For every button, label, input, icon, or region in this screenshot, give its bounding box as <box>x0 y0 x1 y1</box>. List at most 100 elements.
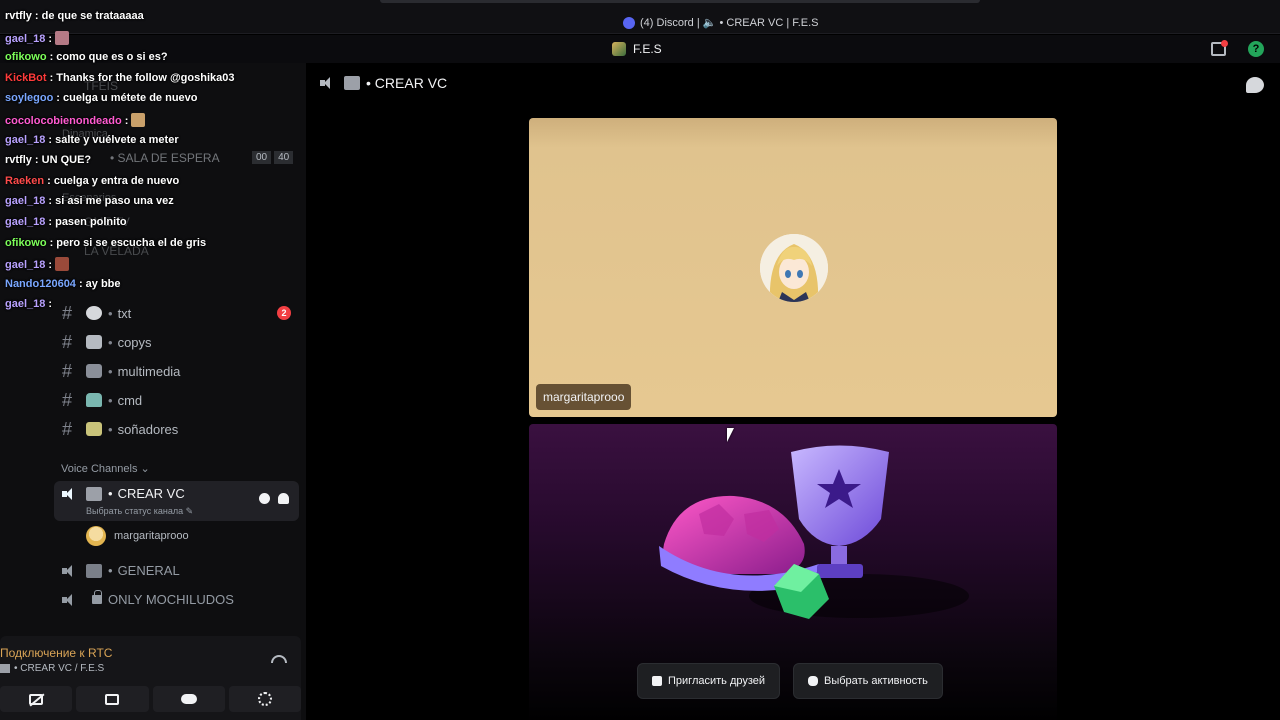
sparkles-icon <box>86 422 102 436</box>
call-header: • CREAR VC <box>320 75 447 91</box>
disconnect-icon[interactable] <box>271 655 287 663</box>
voice-channel-crear-vc-row[interactable]: • CREAR VC <box>62 486 185 501</box>
chat-username: rvtfly <box>5 154 32 167</box>
rtc-status[interactable]: Подключение к RTC <box>0 646 112 660</box>
voice-channel-actions <box>259 493 289 504</box>
voice-member-name: margaritaprooo <box>114 530 189 542</box>
rtc-action-buttons <box>0 686 301 712</box>
chat-text: : UN QUE? <box>34 154 92 167</box>
waiting-count-limit: 40 <box>274 151 294 164</box>
hash-icon: # <box>62 389 73 410</box>
voice-member[interactable]: margaritaprooo <box>86 526 189 546</box>
hash-icon: # <box>62 331 73 352</box>
camera-toggle-button[interactable] <box>0 686 73 712</box>
voice-category-label: Voice Channels <box>61 463 138 475</box>
activities-button[interactable] <box>152 686 225 712</box>
discord-window: (4) Discord | 🔈 • CREAR VC | F.E.S F.E.S… <box>0 0 1280 720</box>
robot-icon <box>86 393 102 407</box>
chat-text: : pero si se escucha el de gris <box>49 236 207 249</box>
chat-text: : <box>48 32 53 45</box>
muted-speaker-emoji-icon <box>86 563 102 578</box>
muted-speaker-emoji-icon <box>86 486 102 501</box>
chat-text: : cuelga y entra de nuevo <box>47 174 180 187</box>
chat-text: : cuelga u métete de nuevo <box>56 92 198 105</box>
chat-username: gael_18 <box>5 133 46 146</box>
waiting-count-current: 00 <box>252 151 272 164</box>
chat-message: gael_18: si asi me paso una vez <box>5 195 174 207</box>
chat-text: : de que se trataaaaa <box>34 10 144 22</box>
channel-txt[interactable]: # • txt 2 <box>56 300 296 326</box>
channel-label: txt <box>117 305 132 321</box>
invite-friends-button[interactable]: Пригласить друзей <box>637 663 781 699</box>
speaker-icon <box>320 77 334 89</box>
chat-text: : Thanks for the follow @goshika03 <box>49 71 235 84</box>
voice-channel-status[interactable]: Выбрать статус канала ✎ <box>86 506 193 517</box>
camera-off-icon <box>29 693 44 705</box>
voice-channel-general[interactable]: • GENERAL <box>62 563 180 578</box>
browser-title-bar: (4) Discord | 🔈 • CREAR VC | F.E.S <box>0 0 1280 34</box>
choose-activity-label: Выбрать активность <box>824 675 928 687</box>
server-name: F.E.S <box>633 42 662 56</box>
chat-username: gael_18 <box>5 216 46 228</box>
screen-share-button[interactable] <box>76 686 149 712</box>
rtc-location-text: • CREAR VC / F.E.S <box>14 663 105 674</box>
choose-activity-button[interactable]: Выбрать активность <box>793 663 943 699</box>
channel-cmd[interactable]: # • cmd <box>56 387 296 413</box>
chat-username: gael_18 <box>5 32 46 45</box>
chat-message: KickBot: Thanks for the follow @goshika0… <box>5 72 234 84</box>
document-icon <box>86 335 102 349</box>
call-channel-title: • CREAR VC <box>366 75 448 91</box>
hash-icon: # <box>62 418 73 439</box>
muted-speaker-emoji-icon <box>344 76 360 90</box>
chat-message: gael_18: pasen polnito <box>5 216 127 228</box>
server-title[interactable]: F.E.S <box>612 42 662 56</box>
chat-username: gael_18 <box>5 195 46 208</box>
chat-emote-icon <box>55 30 70 45</box>
channel-multimedia[interactable]: # • multimedia <box>56 358 296 384</box>
chat-text: : <box>48 298 53 311</box>
chat-text: : como que es o si es? <box>49 51 168 64</box>
voice-channel-label: CREAR VC <box>117 486 185 501</box>
chat-username: rvtfly <box>5 10 32 22</box>
chat-username: ofikowo <box>5 236 47 249</box>
discord-logo-icon <box>623 16 635 29</box>
speaker-icon <box>62 564 76 577</box>
chat-message: ofikowo: como que es o si es? <box>5 51 168 63</box>
avatar <box>86 526 106 546</box>
channel-sonadores[interactable]: # • soñadores <box>56 416 296 442</box>
participant-name-tag: margaritaprooo <box>536 384 632 410</box>
channel-label: copys <box>117 334 152 350</box>
gamepad-icon <box>180 694 197 704</box>
chat-emote-icon <box>131 113 146 127</box>
invite-member-icon[interactable] <box>278 493 289 504</box>
ghost-waiting-room[interactable]: • SALA DE ESPERA <box>110 151 220 165</box>
muted-speaker-emoji-icon <box>0 664 10 673</box>
channel-label: soñadores <box>117 421 179 437</box>
speaker-icon <box>62 593 76 606</box>
soundboard-button[interactable] <box>228 686 301 712</box>
channel-label: cmd <box>117 392 143 408</box>
voice-channel-label: ONLY MOCHILUDOS <box>108 592 234 607</box>
open-chat-icon[interactable] <box>259 493 270 504</box>
chat-text: : <box>124 115 129 127</box>
help-icon[interactable]: ? <box>1248 41 1264 57</box>
voice-call-view: • CREAR VC margaritaprooo Пригласить дру… <box>306 63 1280 720</box>
inbox-icon[interactable] <box>1211 40 1228 56</box>
voice-channels-category[interactable]: Voice Channels ⌄ <box>61 462 150 475</box>
chat-bubble-icon[interactable] <box>1246 77 1264 93</box>
speech-bubble-icon <box>86 306 102 320</box>
chat-message: gael_18: <box>5 298 52 310</box>
camera-icon <box>86 364 102 378</box>
channel-label: multimedia <box>117 363 181 379</box>
title-bar-tab-strip <box>380 0 980 3</box>
speaker-icon <box>62 487 76 500</box>
chat-text: : salte y vuélvete a meter <box>48 133 179 146</box>
voice-channel-only-mochiludos[interactable]: ONLY MOCHILUDOS <box>62 590 234 607</box>
channel-copys[interactable]: # • copys <box>56 329 296 355</box>
chat-message: cocolocobienondeado: <box>5 113 146 127</box>
waiting-room-counter: 00 40 <box>252 151 294 164</box>
soundboard-icon <box>257 692 272 706</box>
window-title-text: (4) Discord | 🔈 • CREAR VC | F.E.S <box>640 17 819 29</box>
participant-tile[interactable]: margaritaprooo <box>529 118 1057 417</box>
rtc-location[interactable]: • CREAR VC / F.E.S <box>0 663 104 674</box>
